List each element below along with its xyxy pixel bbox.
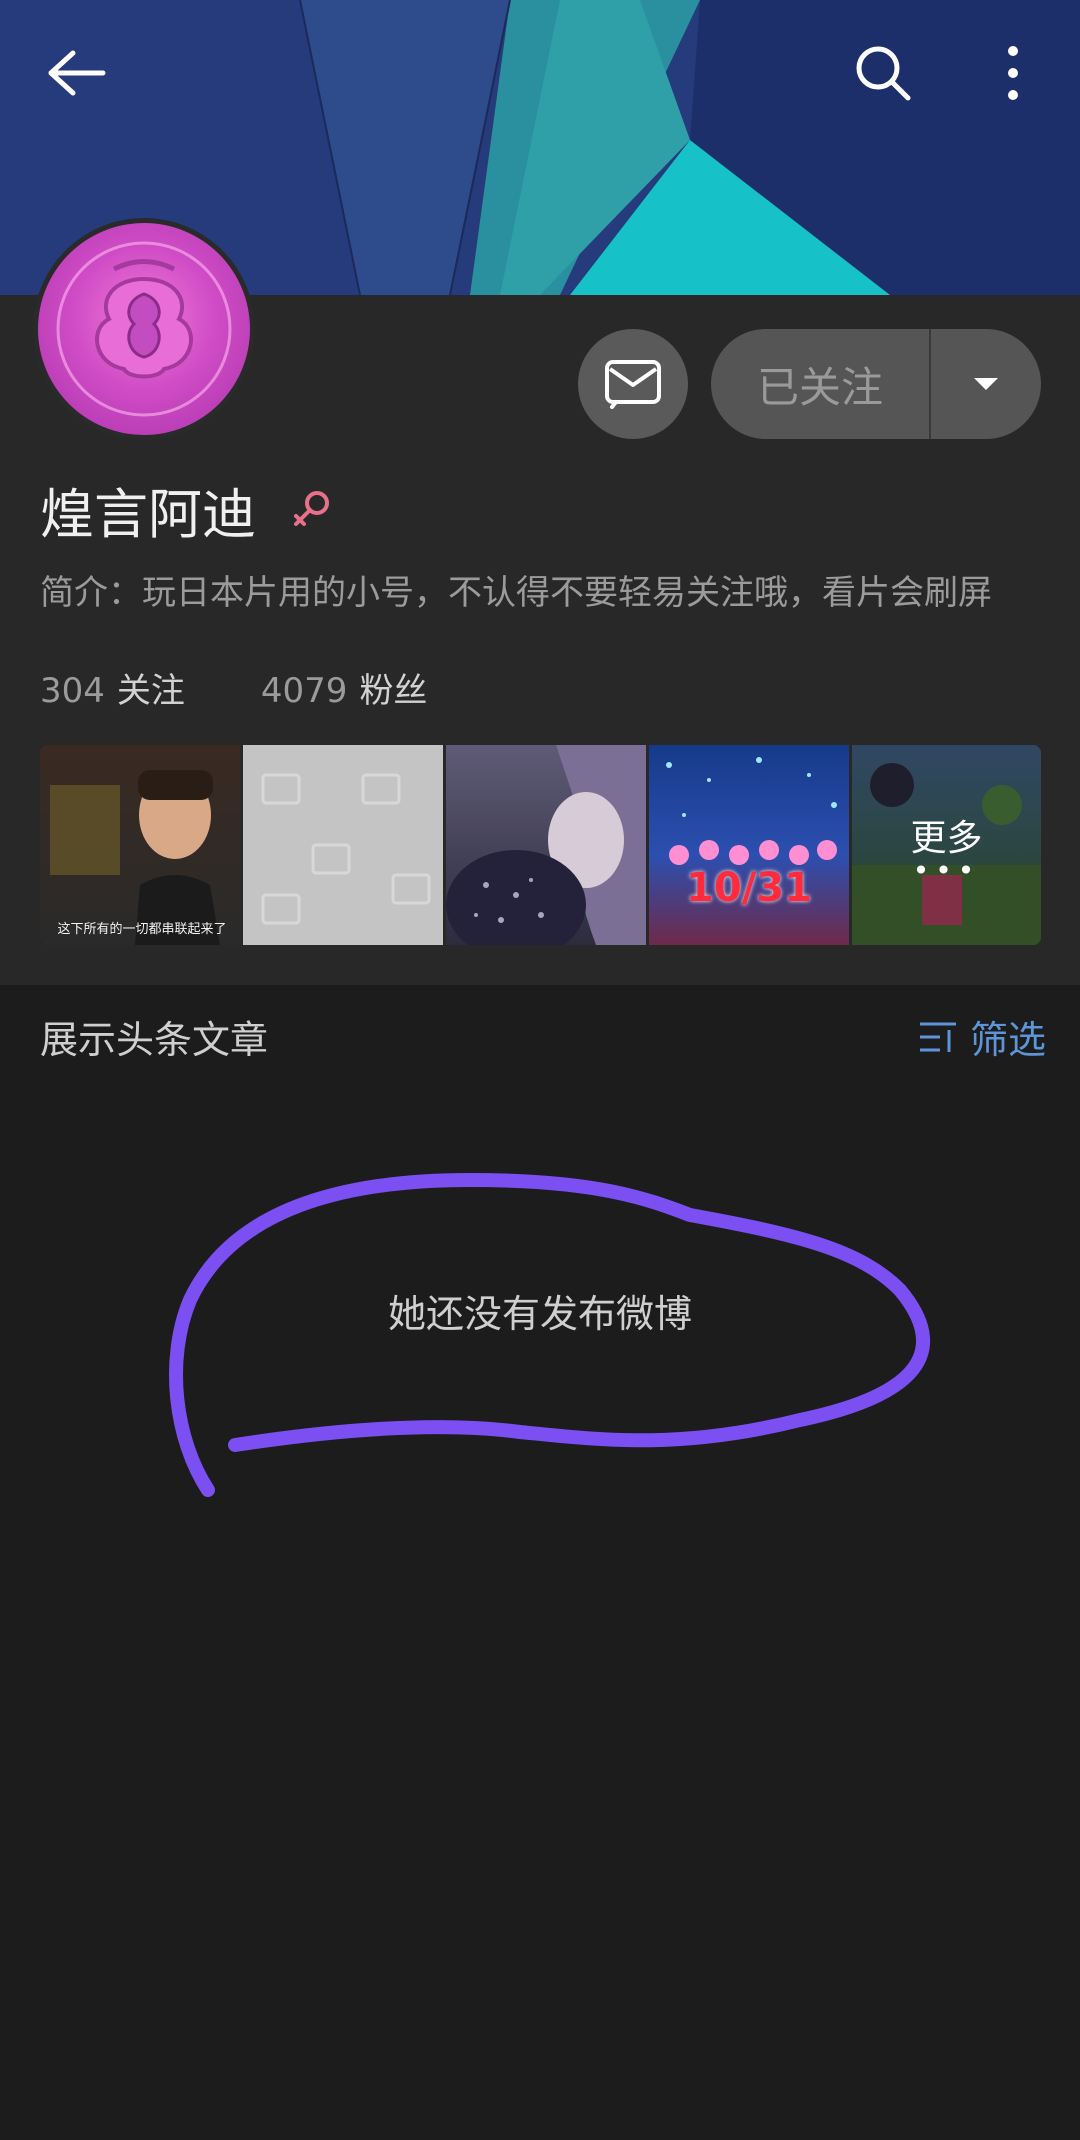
female-symbol-icon: [290, 488, 334, 532]
username-row: 煌言阿迪: [40, 470, 334, 549]
more-vertical-icon: [1008, 46, 1018, 100]
followers-count: 4079: [260, 671, 348, 711]
thumbnail-image: [50, 770, 220, 945]
search-icon: [856, 46, 911, 101]
follow-status-button[interactable]: 已关注: [711, 329, 1041, 439]
photo-album-strip: 这下所有的一切都串联起来了 10/31 更多 •••: [40, 745, 1041, 945]
avatar-emblem: [56, 241, 232, 417]
following-stat[interactable]: 304 关注: [40, 663, 185, 712]
filter-icon: [919, 1022, 956, 1052]
search-button[interactable]: [838, 28, 928, 118]
back-button[interactable]: [32, 28, 122, 118]
followers-stat[interactable]: 4079 粉丝: [261, 663, 428, 712]
follow-status-label: 已关注: [711, 329, 931, 439]
following-label: 关注: [116, 671, 185, 711]
filter-button[interactable]: 筛选: [918, 1009, 1046, 1064]
profile-bio: 简介：玩日本片用的小号，不认得不要轻易关注哦，看片会刷屏: [40, 573, 992, 613]
profile-stats: 304 关注 4079 粉丝: [40, 663, 503, 712]
thumbnail-image: [446, 745, 646, 945]
username: 煌言阿迪: [40, 483, 256, 546]
album-thumbnail[interactable]: [446, 745, 646, 945]
caret-down-icon: [974, 378, 998, 390]
avatar-image: [38, 223, 250, 435]
more-photos-overlay: 更多 •••: [852, 745, 1041, 945]
articles-section-bar: 展示头条文章 筛选: [0, 985, 1080, 1085]
filter-label: 筛选: [969, 1018, 1046, 1062]
section-title: 展示头条文章: [40, 1018, 269, 1062]
more-dots-icon: •••: [912, 854, 981, 887]
following-count: 304: [40, 671, 105, 711]
album-thumbnail[interactable]: 这下所有的一切都串联起来了: [40, 745, 240, 945]
thumbnail-date-text: 10/31: [686, 865, 812, 911]
album-more-thumbnail[interactable]: 更多 •••: [852, 745, 1041, 945]
album-thumbnail[interactable]: 10/31: [649, 745, 849, 945]
avatar[interactable]: [33, 218, 255, 440]
thumbnail-image: [666, 757, 837, 865]
thumbnail-caption: 这下所有的一切都串联起来了: [57, 922, 227, 937]
follow-options-dropdown[interactable]: [931, 329, 1041, 439]
more-options-button[interactable]: [968, 28, 1058, 118]
followers-label: 粉丝: [359, 671, 428, 711]
arrow-left-icon: [48, 50, 106, 96]
image-placeholder-icon: [261, 773, 431, 925]
empty-state-message: 她还没有发布微博: [387, 1292, 692, 1336]
message-button[interactable]: [578, 329, 688, 439]
album-thumbnail[interactable]: [243, 745, 443, 945]
message-icon: [605, 360, 661, 409]
